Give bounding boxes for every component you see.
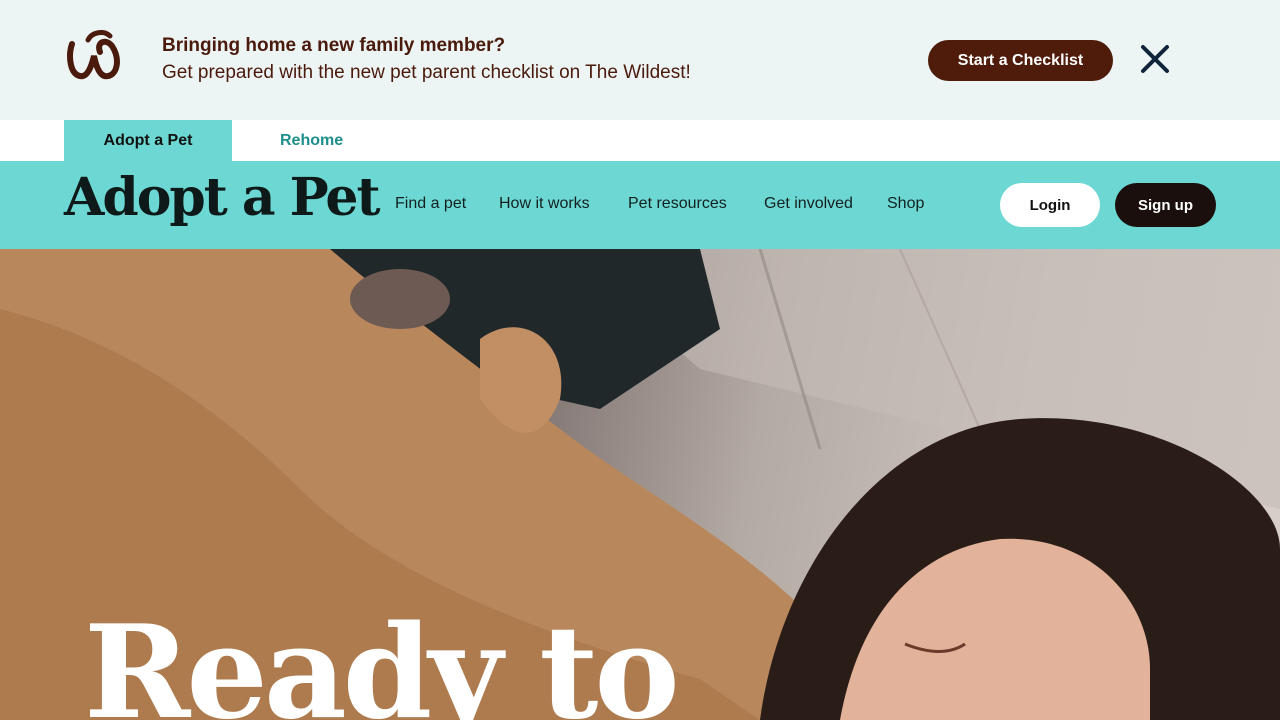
promo-banner: Bringing home a new family member? Get p… — [0, 0, 1280, 120]
adopt-a-pet-logo[interactable]: Adopt a Pet — [64, 169, 380, 226]
the-wildest-logo-icon[interactable] — [66, 30, 122, 80]
promo-subtitle: Get prepared with the new pet parent che… — [162, 62, 691, 83]
main-header: Adopt a Pet Find a pet How it works Pet … — [0, 161, 1280, 249]
nav-pet-resources[interactable]: Pet resources — [628, 195, 727, 213]
nav-find-a-pet[interactable]: Find a pet — [395, 195, 466, 213]
site-switch-tabs: Adopt a Pet Rehome — [0, 120, 1280, 161]
nav-shop[interactable]: Shop — [887, 195, 924, 213]
login-button[interactable]: Login — [1000, 183, 1100, 227]
start-checklist-button[interactable]: Start a Checklist — [928, 40, 1113, 81]
tab-adopt-a-pet[interactable]: Adopt a Pet — [64, 120, 232, 161]
signup-button[interactable]: Sign up — [1115, 183, 1216, 227]
hero-section: Ready to — [0, 249, 1280, 720]
hero-heading: Ready to — [84, 598, 680, 720]
nav-get-involved[interactable]: Get involved — [764, 195, 853, 213]
promo-title: Bringing home a new family member? — [162, 35, 506, 56]
nav-how-it-works[interactable]: How it works — [499, 195, 590, 213]
close-icon[interactable] — [1139, 42, 1171, 76]
tab-rehome[interactable]: Rehome — [280, 120, 354, 161]
